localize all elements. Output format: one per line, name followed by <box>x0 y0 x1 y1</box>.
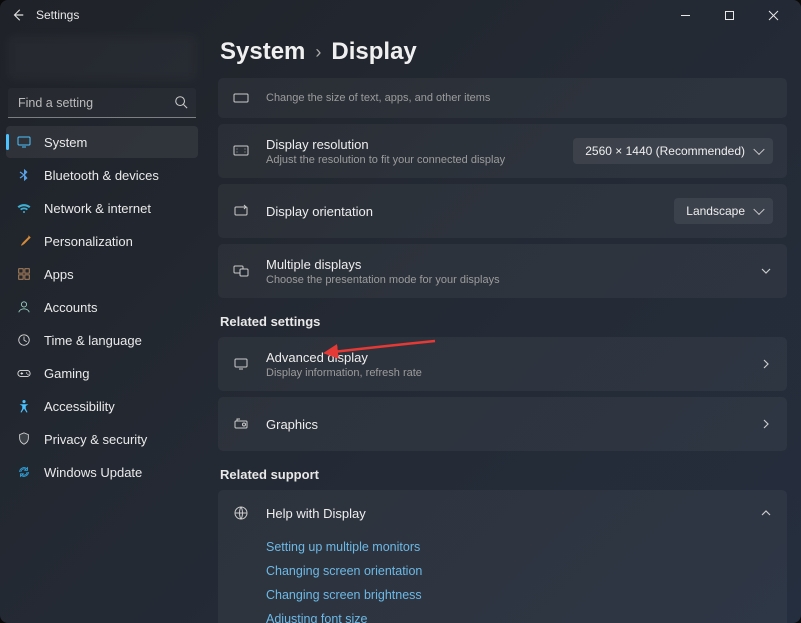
sidebar-item-personalization[interactable]: Personalization <box>6 225 198 257</box>
sidebar-item-label: Network & internet <box>44 201 151 216</box>
sidebar-item-system[interactable]: System <box>6 126 198 158</box>
person-icon <box>16 299 32 315</box>
orientation-icon <box>232 202 250 220</box>
search-input[interactable] <box>8 88 196 118</box>
chevron-up-icon <box>759 506 773 520</box>
sidebar-item-network-internet[interactable]: Network & internet <box>6 192 198 224</box>
resolution-dropdown[interactable]: 2560 × 1440 (Recommended) <box>573 138 773 164</box>
sidebar-item-time-language[interactable]: Time & language <box>6 324 198 356</box>
search-icon <box>174 95 188 114</box>
sidebar: System Bluetooth & devices Network & inter… <box>0 30 204 623</box>
help-link[interactable]: Changing screen orientation <box>266 564 773 578</box>
brush-icon <box>16 233 32 249</box>
panel-graphics[interactable]: Graphics <box>218 397 787 451</box>
related-settings-heading: Related settings <box>220 314 787 329</box>
sidebar-item-apps[interactable]: Apps <box>6 258 198 290</box>
close-button[interactable] <box>751 0 795 30</box>
sidebar-item-label: Apps <box>44 267 74 282</box>
sidebar-item-label: Personalization <box>44 234 133 249</box>
panel-advanced-display[interactable]: Advanced display Display information, re… <box>218 337 787 391</box>
globe-icon <box>232 504 250 522</box>
minimize-button[interactable] <box>663 0 707 30</box>
panel-resolution-desc: Adjust the resolution to fit your connec… <box>266 154 557 166</box>
breadcrumb-parent[interactable]: System <box>220 38 305 66</box>
panel-multi-desc: Choose the presentation mode for your di… <box>266 274 743 286</box>
help-header[interactable]: Help with Display <box>218 490 787 536</box>
shield-icon <box>16 431 32 447</box>
sidebar-item-label: Bluetooth & devices <box>44 168 159 183</box>
sidebar-item-accessibility[interactable]: Accessibility <box>6 390 198 422</box>
panel-orientation-title: Display orientation <box>266 204 658 219</box>
access-icon <box>16 398 32 414</box>
help-link[interactable]: Adjusting font size <box>266 612 773 623</box>
help-links: Setting up multiple monitors Changing scr… <box>218 536 787 623</box>
help-link[interactable]: Changing screen brightness <box>266 588 773 602</box>
sidebar-item-privacy-security[interactable]: Privacy & security <box>6 423 198 455</box>
apps-icon <box>16 266 32 282</box>
monitor-icon <box>232 355 250 373</box>
account-block[interactable] <box>8 36 196 80</box>
panel-scale[interactable]: Change the size of text, apps, and other… <box>218 78 787 118</box>
panel-orientation[interactable]: Display orientation Landscape <box>218 184 787 238</box>
sidebar-item-bluetooth-devices[interactable]: Bluetooth & devices <box>6 159 198 191</box>
sidebar-item-gaming[interactable]: Gaming <box>6 357 198 389</box>
sidebar-item-label: Windows Update <box>44 465 142 480</box>
breadcrumb-current: Display <box>331 38 416 66</box>
panel-scale-desc: Change the size of text, apps, and other… <box>266 92 773 104</box>
panel-resolution[interactable]: Display resolution Adjust the resolution… <box>218 124 787 178</box>
chevron-right-icon: › <box>315 42 321 63</box>
main-content: System › Display Change the size of text… <box>204 30 801 623</box>
maximize-button[interactable] <box>707 0 751 30</box>
nav: System Bluetooth & devices Network & inter… <box>6 126 198 488</box>
clock-icon <box>16 332 32 348</box>
sidebar-item-label: Gaming <box>44 366 90 381</box>
graphics-icon <box>232 415 250 433</box>
bluetooth-icon <box>16 167 32 183</box>
sidebar-item-label: Accounts <box>44 300 97 315</box>
minimize-icon <box>680 10 691 21</box>
arrow-left-icon <box>11 8 25 22</box>
scale-icon <box>232 89 250 107</box>
graphics-title: Graphics <box>266 417 743 432</box>
multi-display-icon <box>232 262 250 280</box>
orientation-dropdown[interactable]: Landscape <box>674 198 773 224</box>
sidebar-item-label: Privacy & security <box>44 432 147 447</box>
help-card: Help with Display Setting up multiple mo… <box>218 490 787 623</box>
panel-multi-displays[interactable]: Multiple displays Choose the presentatio… <box>218 244 787 298</box>
chevron-right-icon <box>759 417 773 431</box>
game-icon <box>16 365 32 381</box>
advanced-display-title: Advanced display <box>266 350 743 365</box>
search-container <box>8 88 196 118</box>
settings-window: Settings System Bluetooth & devices Networ… <box>0 0 801 623</box>
system-icon <box>16 134 32 150</box>
sidebar-item-windows-update[interactable]: Windows Update <box>6 456 198 488</box>
sidebar-item-label: Time & language <box>44 333 142 348</box>
update-icon <box>16 464 32 480</box>
window-title: Settings <box>36 8 79 22</box>
titlebar: Settings <box>0 0 801 30</box>
panel-resolution-title: Display resolution <box>266 137 557 152</box>
advanced-display-desc: Display information, refresh rate <box>266 367 743 379</box>
chevron-right-icon <box>759 357 773 371</box>
sidebar-item-label: System <box>44 135 87 150</box>
resolution-icon <box>232 142 250 160</box>
panel-multi-title: Multiple displays <box>266 257 743 272</box>
maximize-icon <box>724 10 735 21</box>
related-support-heading: Related support <box>220 467 787 482</box>
breadcrumb: System › Display <box>220 38 787 66</box>
sidebar-item-label: Accessibility <box>44 399 115 414</box>
help-title: Help with Display <box>266 506 743 521</box>
close-icon <box>768 10 779 21</box>
back-button[interactable] <box>10 7 26 23</box>
help-link[interactable]: Setting up multiple monitors <box>266 540 773 554</box>
sidebar-item-accounts[interactable]: Accounts <box>6 291 198 323</box>
chevron-down-icon <box>759 264 773 278</box>
wifi-icon <box>16 200 32 216</box>
